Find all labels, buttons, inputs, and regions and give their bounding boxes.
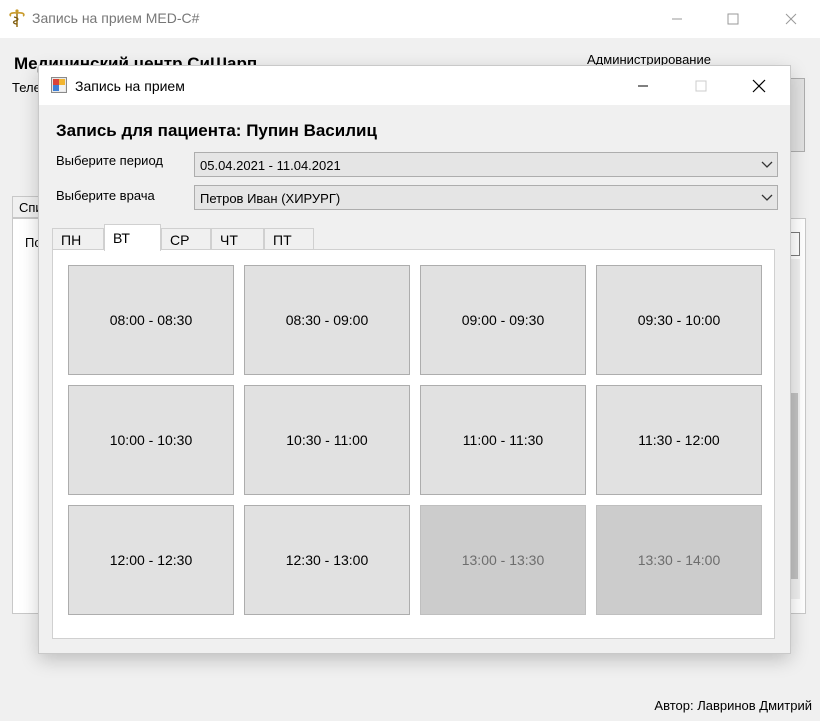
bg-scrollbar-thumb[interactable]	[790, 393, 798, 579]
close-icon	[785, 13, 797, 25]
time-slot-button[interactable]: 10:00 - 10:30	[68, 385, 234, 495]
period-label: Выберите период	[56, 153, 163, 168]
time-slot-panel: 08:00 - 08:30 08:30 - 09:00 09:00 - 09:3…	[52, 249, 775, 639]
time-slot-button[interactable]: 11:00 - 11:30	[420, 385, 586, 495]
minimize-icon	[638, 85, 648, 86]
dialog-close-button[interactable]	[731, 66, 787, 105]
time-slot-button[interactable]: 09:30 - 10:00	[596, 265, 762, 375]
maximize-button[interactable]	[710, 0, 756, 38]
chevron-down-icon	[761, 161, 773, 168]
caduceus-icon	[9, 9, 25, 27]
doctor-select-value: Петров Иван (ХИРУРГ)	[200, 191, 341, 206]
time-slot-button[interactable]: 12:00 - 12:30	[68, 505, 234, 615]
time-slot-button[interactable]: 10:30 - 11:00	[244, 385, 410, 495]
time-slot-button[interactable]: 09:00 - 09:30	[420, 265, 586, 375]
tab-tue[interactable]: ВТ	[104, 224, 161, 251]
time-slot-button[interactable]: 08:30 - 09:00	[244, 265, 410, 375]
appointment-dialog: Запись на прием Запись для пациента: Пуп…	[39, 66, 790, 653]
main-window-title: Запись на прием MED-C#	[32, 10, 200, 26]
tab-thu[interactable]: ЧТ	[211, 228, 264, 250]
patient-heading: Запись для пациента: Пупин Василиц	[56, 121, 377, 140]
dialog-maximize-button	[673, 66, 729, 105]
doctor-label: Выберите врача	[56, 188, 155, 203]
phone-label: Теле	[12, 80, 41, 95]
minimize-button[interactable]	[654, 0, 700, 38]
time-slot-button[interactable]: 12:30 - 13:00	[244, 505, 410, 615]
author-label: Автор: Лавринов Дмитрий	[654, 698, 812, 713]
doctor-select[interactable]: Петров Иван (ХИРУРГ)	[194, 185, 778, 210]
dialog-minimize-button[interactable]	[615, 66, 671, 105]
chevron-down-icon	[761, 194, 773, 201]
form-icon	[51, 77, 67, 93]
minimize-icon	[672, 18, 682, 20]
main-titlebar: Запись на прием MED-C#	[0, 0, 820, 38]
tab-mon[interactable]: ПН	[52, 228, 104, 250]
admin-group-label: Администрирование	[587, 52, 711, 67]
time-slot-button[interactable]: 08:00 - 08:30	[68, 265, 234, 375]
tab-fri[interactable]: ПТ	[264, 228, 314, 250]
dialog-title: Запись на прием	[75, 78, 185, 94]
close-button[interactable]	[768, 0, 814, 38]
period-select[interactable]: 05.04.2021 - 11.04.2021	[194, 152, 778, 177]
time-slot-button[interactable]: 11:30 - 12:00	[596, 385, 762, 495]
maximize-icon	[727, 13, 739, 25]
tab-wed[interactable]: СР	[161, 228, 211, 250]
dialog-titlebar: Запись на прием	[39, 66, 790, 105]
maximize-icon	[695, 80, 707, 91]
time-slot-button-disabled: 13:30 - 14:00	[596, 505, 762, 615]
period-select-value: 05.04.2021 - 11.04.2021	[200, 158, 341, 173]
time-slot-button-disabled: 13:00 - 13:30	[420, 505, 586, 615]
close-icon	[752, 79, 766, 92]
